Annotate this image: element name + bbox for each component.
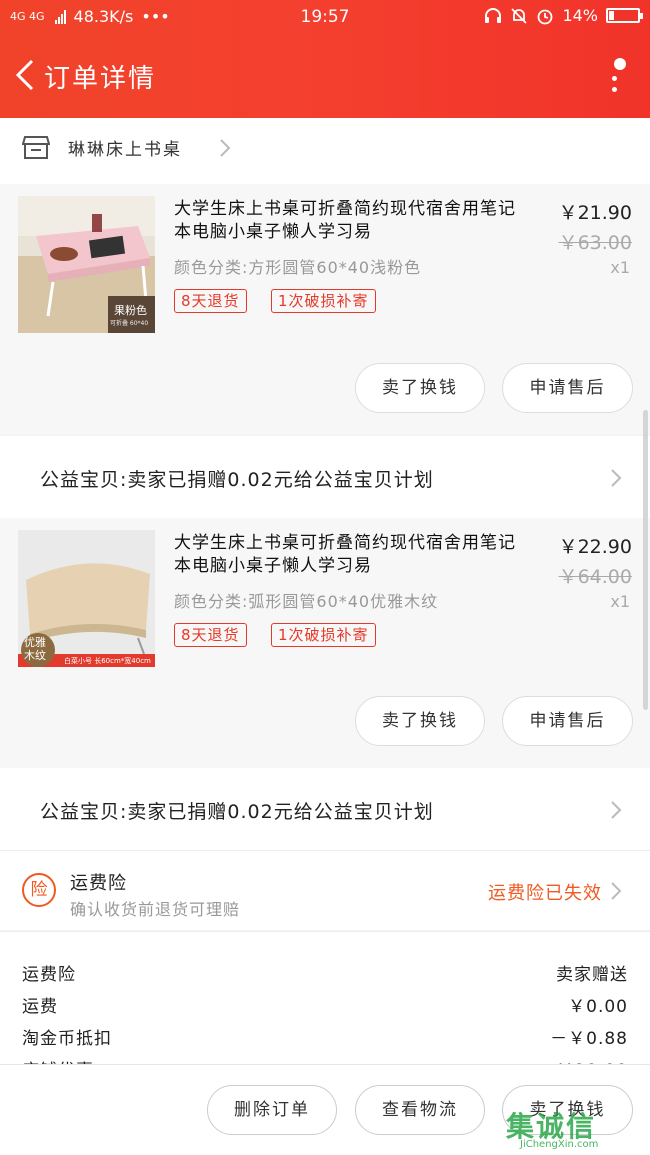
delete-order-button[interactable]: 删除订单 [207, 1085, 337, 1135]
shipping-insurance-row[interactable]: 险 运费险 确认收货前退货可理赔 运费险已失效 [0, 850, 650, 930]
battery-percent: 14% [562, 6, 598, 25]
order-summary: 运费险 卖家赠送 运费 ￥0.00 淘金币抵扣 －￥0.88 店铺优惠 -￥20… [0, 931, 650, 1081]
charity-row[interactable]: 公益宝贝:卖家已捐赠0.02元给公益宝贝计划 [0, 768, 650, 852]
summary-row: 运费险 卖家赠送 [22, 960, 628, 986]
thumb-sub: 可折叠 60*40 [110, 320, 149, 327]
insurance-icon: 险 [22, 873, 56, 907]
product-thumbnail[interactable]: 果粉色 可折叠 60*40 [18, 196, 155, 333]
battery-icon [606, 8, 643, 23]
more-menu-icon[interactable] [604, 56, 626, 96]
summary-value: 卖家赠送 [556, 965, 628, 985]
item-spec: 颜色分类:弧形圆管60*40优雅木纹 [174, 592, 439, 611]
bottom-action-bar: 删除订单 查看物流 卖了换钱 集诚信 JiChengXin.com [0, 1064, 650, 1155]
order-item[interactable]: 果粉色 可折叠 60*40 大学生床上书桌可折叠简约现代宿舍用笔记本电脑小桌子懒… [0, 184, 650, 434]
shop-row[interactable]: 琳琳床上书桌 [0, 118, 650, 184]
alarm-icon [538, 9, 553, 24]
after-sale-button[interactable]: 申请售后 [502, 363, 633, 413]
insurance-status[interactable]: 运费险已失效 [488, 879, 602, 905]
item-title[interactable]: 大学生床上书桌可折叠简约现代宿舍用笔记本电脑小桌子懒人学习易 [174, 198, 529, 244]
item-price: ￥21.90 [558, 202, 632, 224]
item-price: ￥22.90 [558, 536, 632, 558]
tag-return: 8天退货 [174, 623, 247, 647]
chevron-right-icon [611, 882, 622, 900]
status-bar: 4G 4G 48.3K/s ••• 19:57 14% [0, 0, 650, 34]
thumb-label: 优雅木纹 [24, 636, 46, 662]
thumb-sub: 白菜小号 长60cm*宽40cm [64, 657, 151, 665]
item-title[interactable]: 大学生床上书桌可折叠简约现代宿舍用笔记本电脑小桌子懒人学习易 [174, 532, 529, 578]
item-original-price: ￥64.00 [558, 566, 632, 588]
summary-label: 淘金币抵扣 [22, 1029, 112, 1049]
charity-text: 公益宝贝:卖家已捐赠0.02元给公益宝贝计划 [40, 801, 434, 823]
item-spec: 颜色分类:方形圆管60*40浅粉色 [174, 258, 422, 277]
charity-text: 公益宝贝:卖家已捐赠0.02元给公益宝贝计划 [40, 469, 434, 491]
summary-label: 运费险 [22, 965, 76, 985]
resell-button[interactable]: 卖了换钱 [355, 363, 485, 413]
item-original-price: ￥63.00 [558, 232, 632, 254]
mute-bell-icon [511, 7, 528, 24]
summary-label: 运费 [22, 997, 58, 1017]
resell-button[interactable]: 卖了换钱 [355, 696, 485, 746]
order-item[interactable]: 优雅木纹 白菜小号 长60cm*宽40cm 大学生床上书桌可折叠简约现代宿舍用笔… [0, 518, 650, 768]
tag-damage: 1次破损补寄 [271, 289, 376, 313]
scrollbar[interactable] [643, 410, 648, 710]
view-logistics-button[interactable]: 查看物流 [355, 1085, 485, 1135]
headset-icon [485, 7, 502, 23]
chevron-right-icon [220, 139, 231, 157]
tag-return: 8天退货 [174, 289, 247, 313]
store-icon [22, 136, 50, 159]
insurance-subtitle: 确认收货前退货可理赔 [70, 900, 241, 919]
product-thumbnail[interactable]: 优雅木纹 白菜小号 长60cm*宽40cm [18, 530, 155, 667]
charity-row[interactable]: 公益宝贝:卖家已捐赠0.02元给公益宝贝计划 [0, 436, 650, 520]
shop-name[interactable]: 琳琳床上书桌 [68, 135, 182, 160]
tag-damage: 1次破损补寄 [271, 623, 376, 647]
chevron-right-icon [611, 469, 622, 487]
chevron-right-icon [611, 801, 622, 819]
watermark-url: JiChengXin.com [520, 1139, 599, 1150]
summary-value: －￥0.88 [550, 1029, 628, 1049]
back-arrow-icon[interactable] [12, 58, 38, 92]
summary-value: ￥0.00 [568, 997, 628, 1017]
insurance-title: 运费险 [70, 873, 127, 894]
item-qty: x1 [610, 592, 630, 611]
watermark-logo: 集诚信 JiChengXin.com [506, 1105, 642, 1153]
thumb-label: 果粉色 [114, 304, 147, 317]
summary-row: 运费 ￥0.00 [22, 992, 628, 1018]
after-sale-button[interactable]: 申请售后 [502, 696, 633, 746]
item-qty: x1 [610, 258, 630, 277]
top-header: 4G 4G 48.3K/s ••• 19:57 14% 订单详情 [0, 0, 650, 118]
summary-row: 淘金币抵扣 －￥0.88 [22, 1024, 628, 1050]
page-title: 订单详情 [44, 64, 157, 94]
